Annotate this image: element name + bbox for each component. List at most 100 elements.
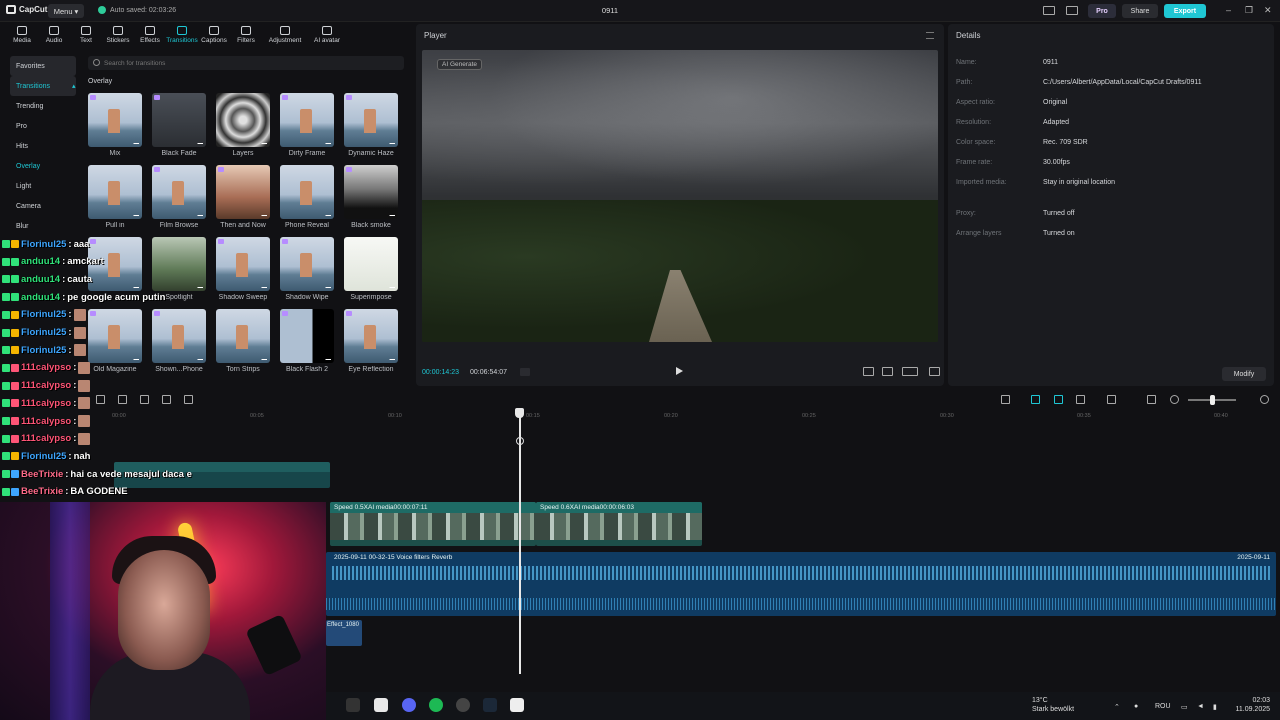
download-icon[interactable]: [389, 282, 395, 288]
transition-tile-film-browse[interactable]: Film Browse: [152, 165, 206, 237]
share-button[interactable]: Share: [1122, 4, 1158, 18]
mic-tray-icon[interactable]: ●: [1134, 703, 1138, 710]
timeline-layout-icon[interactable]: [1147, 395, 1156, 404]
tab-text[interactable]: Text: [70, 24, 102, 50]
player-menu-icon[interactable]: [926, 32, 934, 39]
fullscreen-icon[interactable]: [929, 367, 940, 376]
audio-clip[interactable]: 2025-09-11 00-32-15 Voice filters Reverb…: [326, 552, 1276, 616]
transition-tile-then-and-now[interactable]: Then and Now: [216, 165, 270, 237]
timecode-icon[interactable]: [520, 368, 530, 376]
video-preview[interactable]: [422, 50, 938, 342]
download-icon[interactable]: [389, 210, 395, 216]
search-input[interactable]: Search for transitions: [88, 56, 404, 70]
nav-item-hits[interactable]: Hits: [10, 136, 76, 156]
discord-icon[interactable]: [402, 698, 416, 712]
play-icon[interactable]: [676, 367, 683, 375]
download-icon[interactable]: [133, 138, 139, 144]
download-icon[interactable]: [197, 210, 203, 216]
crop-icon[interactable]: [882, 367, 893, 376]
tab-adjustment[interactable]: Adjustment: [262, 24, 308, 50]
ai-generate-badge[interactable]: AI Generate: [437, 59, 483, 70]
nav-item-favorites[interactable]: Favorites: [10, 56, 76, 76]
capcut-taskbar-icon[interactable]: [510, 698, 524, 712]
menu-button[interactable]: Menu ▾: [48, 4, 84, 18]
audio-name: 2025-09-11 00-32-15: [334, 554, 395, 561]
zoom-in-icon[interactable]: [1260, 395, 1269, 404]
video-clip-a[interactable]: Speed 0.5X AI media 00:00:07:11: [330, 502, 536, 546]
link-icon[interactable]: [1054, 395, 1063, 404]
ratio-icon[interactable]: [863, 367, 874, 376]
export-button[interactable]: Export: [1164, 4, 1206, 18]
nav-item-camera[interactable]: Camera: [10, 196, 76, 216]
download-icon[interactable]: [261, 210, 267, 216]
transition-tile-black-smoke[interactable]: Black smoke: [344, 165, 398, 237]
transition-tile-mix[interactable]: Mix: [88, 93, 142, 165]
playhead[interactable]: [519, 412, 521, 674]
transition-tile-layers[interactable]: Layers: [216, 93, 270, 165]
obs-icon[interactable]: [456, 698, 470, 712]
magnet-icon[interactable]: [1031, 395, 1040, 404]
spotify-icon[interactable]: [429, 698, 443, 712]
pro-button[interactable]: Pro: [1088, 4, 1116, 18]
app-notes-icon[interactable]: [374, 698, 388, 712]
chevron-up-icon[interactable]: ⌃: [1114, 703, 1120, 711]
tab-stickers[interactable]: Stickers: [102, 24, 134, 50]
layout-icon[interactable]: [1043, 6, 1055, 15]
transition-tile-dirty-frame[interactable]: Dirty Frame: [280, 93, 334, 165]
quality-icon[interactable]: [902, 367, 918, 376]
network-icon[interactable]: ▭: [1181, 703, 1188, 711]
nav-item-transitions[interactable]: Transitions ▴: [10, 76, 76, 96]
maximize-icon[interactable]: ❐: [1245, 5, 1253, 16]
weather-widget[interactable]: 13°C Stark bewölkt: [1032, 696, 1074, 714]
effect-clip[interactable]: Effect_1080: [326, 620, 362, 646]
download-icon[interactable]: [325, 210, 331, 216]
clip-a-media: AI media: [367, 504, 394, 511]
tab-captions[interactable]: Captions: [198, 24, 230, 50]
tab-audio[interactable]: Audio: [38, 24, 70, 50]
caption-icon[interactable]: [1107, 395, 1116, 404]
download-icon[interactable]: [261, 138, 267, 144]
preview-axis-icon[interactable]: [1076, 395, 1085, 404]
download-icon[interactable]: [389, 138, 395, 144]
battery-icon[interactable]: ▮: [1213, 703, 1217, 711]
tab-effects[interactable]: Effects: [134, 24, 166, 50]
tab-transitions[interactable]: Transitions: [166, 24, 198, 50]
nav-item-blur[interactable]: Blur: [10, 216, 76, 236]
download-icon[interactable]: [325, 138, 331, 144]
modify-button[interactable]: Modify: [1222, 367, 1266, 381]
tab-media[interactable]: Media: [6, 24, 38, 50]
tab-filters[interactable]: Filters: [230, 24, 262, 50]
system-clock[interactable]: 02:03 11.09.2025: [1230, 696, 1270, 714]
chat-badge-icon: [11, 487, 19, 496]
nav-item-light[interactable]: Light: [10, 176, 76, 196]
shortcuts-icon[interactable]: [1066, 6, 1078, 15]
download-icon[interactable]: [389, 354, 395, 360]
minimize-icon[interactable]: –: [1226, 5, 1231, 15]
nav-item-overlay[interactable]: Overlay: [10, 156, 76, 176]
download-icon[interactable]: [133, 210, 139, 216]
keyframe-icon[interactable]: [516, 437, 524, 445]
nav-item-pro[interactable]: Pro: [10, 116, 76, 136]
transition-tile-pull-in[interactable]: Pull in: [88, 165, 142, 237]
download-icon[interactable]: [197, 138, 203, 144]
volume-icon[interactable]: ◄: [1197, 703, 1204, 710]
close-icon[interactable]: ✕: [1264, 5, 1272, 16]
transition-tile-black-fade[interactable]: Black Fade: [152, 93, 206, 165]
chat-message: Florinul25: nah: [2, 448, 90, 464]
microphone-icon[interactable]: [1001, 395, 1010, 404]
tab-ai-avatar[interactable]: AI avatar: [308, 24, 346, 50]
steam-icon[interactable]: [483, 698, 497, 712]
playhead-handle[interactable]: [515, 408, 524, 418]
video-clip-b[interactable]: Speed 0.6X AI media 00:00:06:03: [536, 502, 702, 546]
language-indicator[interactable]: ROU: [1155, 703, 1171, 710]
transition-tile-phone-reveal[interactable]: Phone Reveal: [280, 165, 334, 237]
transition-tile-dynamic-haze[interactable]: Dynamic Haze: [344, 93, 398, 165]
transition-tile-eye-reflection[interactable]: Eye Reflection: [344, 309, 398, 381]
transition-tile-superimpose[interactable]: Superimpose: [344, 237, 398, 309]
ruler-tick: 00:40: [1214, 413, 1228, 419]
detail-key: Imported media:: [956, 179, 1007, 186]
zoom-out-icon[interactable]: [1170, 395, 1179, 404]
nav-item-trending[interactable]: Trending: [10, 96, 76, 116]
app-cube-icon[interactable]: [346, 698, 360, 712]
zoom-slider-knob[interactable]: [1210, 395, 1215, 405]
